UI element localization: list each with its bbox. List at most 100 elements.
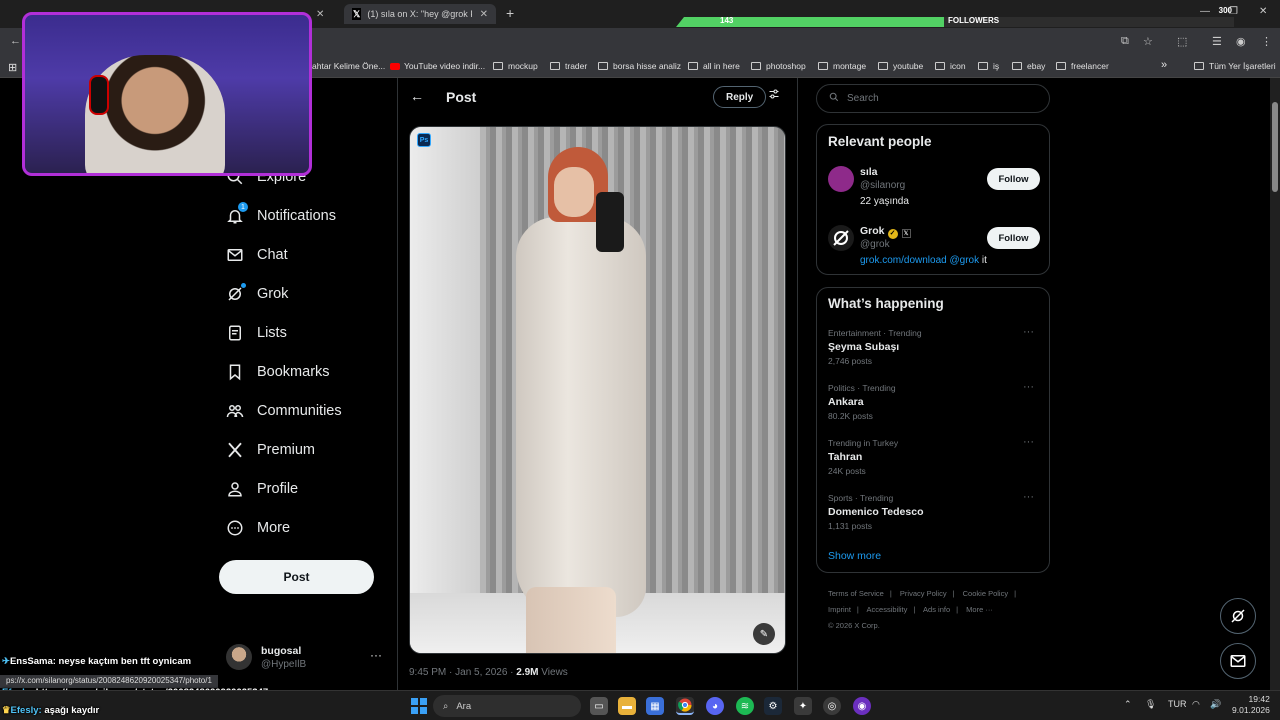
follow-button[interactable]: Follow bbox=[987, 168, 1040, 190]
discord-icon[interactable]: ◕ bbox=[706, 697, 724, 715]
new-tab-button[interactable]: + bbox=[506, 5, 514, 21]
person-row-sila[interactable]: sıla @silanorg 22 yaşında Follow bbox=[828, 166, 1040, 211]
bookmarks-overflow-button[interactable]: » bbox=[1161, 59, 1167, 71]
trend-item[interactable]: Sports · Trending Domenico Tedesco 1,131… bbox=[828, 491, 1040, 531]
taskbar-clock[interactable]: 19:42 9.01.2026 bbox=[1232, 694, 1270, 716]
more-dots-icon[interactable]: ··· bbox=[1023, 436, 1034, 448]
maximize-button[interactable]: ❐ bbox=[1229, 6, 1238, 17]
bio-link[interactable]: grok.com/download bbox=[860, 255, 947, 266]
nav-premium[interactable]: Premium bbox=[226, 441, 315, 459]
install-app-icon[interactable]: ⧉ bbox=[1121, 35, 1129, 48]
trend-item[interactable]: Entertainment · Trending Şeyma Subaşı 2,… bbox=[828, 326, 1040, 366]
footer-link[interactable]: Accessibility bbox=[867, 605, 908, 614]
bookmark-folder[interactable]: photoshop bbox=[751, 61, 806, 71]
profile-avatar-icon[interactable]: ◉ bbox=[1236, 35, 1246, 48]
footer-link[interactable]: Ads info bbox=[923, 605, 950, 614]
sliders-icon[interactable] bbox=[768, 88, 780, 103]
microphone-icon[interactable]: 🎙 bbox=[1145, 699, 1156, 710]
volume-icon[interactable]: 🔊 bbox=[1210, 699, 1221, 710]
bookmark-folder[interactable]: all in here bbox=[688, 61, 740, 71]
browser-menu-icon[interactable]: ⋮ bbox=[1261, 35, 1272, 48]
crown-icon: ♛ bbox=[2, 705, 11, 716]
more-dots-icon[interactable]: ··· bbox=[1023, 326, 1034, 338]
close-tab-icon[interactable]: ✕ bbox=[316, 9, 324, 20]
nav-bookmarks[interactable]: Bookmarks bbox=[226, 363, 330, 381]
wifi-icon[interactable]: ◠ bbox=[1192, 699, 1200, 710]
bookmark-item[interactable]: YouTube video indir... bbox=[390, 61, 485, 71]
language-indicator[interactable]: TUR bbox=[1168, 699, 1187, 709]
footer-link[interactable]: Imprint bbox=[828, 605, 851, 614]
post-image[interactable]: Ps ✎ bbox=[409, 126, 786, 654]
spotify-icon[interactable]: ≋ bbox=[736, 697, 754, 715]
close-window-button[interactable]: ✕ bbox=[1259, 6, 1267, 17]
nav-communities[interactable]: Communities bbox=[226, 402, 342, 420]
bookmark-folder[interactable]: borsa hisse analiz bbox=[598, 61, 681, 71]
bio-mention[interactable]: @grok bbox=[950, 255, 980, 266]
bookmark-folder[interactable]: icon bbox=[935, 61, 966, 71]
trend-item[interactable]: Trending in Turkey Tahran 24K posts ··· bbox=[828, 436, 1040, 476]
steam-icon[interactable]: ⚙ bbox=[764, 697, 782, 715]
browser-tab-active[interactable]: 𝕏 (1) sıla on X: "hey @grok Fener... ✕ bbox=[344, 4, 496, 24]
trend-item[interactable]: Politics · Trending Ankara 80.2K posts ·… bbox=[828, 381, 1040, 421]
account-more-icon[interactable]: ··· bbox=[370, 648, 382, 662]
compose-post-button[interactable]: Post bbox=[219, 560, 374, 594]
nav-profile[interactable]: Profile bbox=[226, 480, 298, 498]
nav-more[interactable]: More bbox=[226, 519, 290, 537]
extensions-icon[interactable]: ⬚ bbox=[1177, 35, 1187, 48]
task-view-icon[interactable]: ▭ bbox=[590, 697, 608, 715]
store-icon[interactable]: ▦ bbox=[646, 697, 664, 715]
windows-start-icon[interactable] bbox=[410, 697, 428, 715]
bookmark-label: freelancer bbox=[1071, 61, 1109, 71]
app-icon[interactable]: ✦ bbox=[794, 697, 812, 715]
twitch-app-icon[interactable]: ◉ bbox=[853, 697, 871, 715]
bookmark-folder[interactable]: montage bbox=[818, 61, 866, 71]
reading-list-icon[interactable]: ☰ bbox=[1212, 35, 1222, 48]
footer-link[interactable]: Privacy Policy bbox=[900, 589, 947, 598]
bookmark-folder-all[interactable]: Tüm Yer İşaretleri bbox=[1194, 61, 1276, 71]
edit-image-icon[interactable]: ✎ bbox=[753, 623, 775, 645]
bookmark-folder[interactable]: trader bbox=[550, 61, 587, 71]
file-explorer-icon[interactable]: ▬ bbox=[618, 697, 636, 715]
bookmark-folder[interactable]: mockup bbox=[493, 61, 538, 71]
show-more-link[interactable]: Show more bbox=[828, 550, 881, 562]
follow-button[interactable]: Follow bbox=[987, 227, 1040, 249]
more-dots-icon[interactable]: ··· bbox=[1023, 491, 1034, 503]
bookmark-star-icon[interactable]: ☆ bbox=[1143, 35, 1153, 48]
post-timestamp[interactable]: 9:45 PM · Jan 5, 2026 · bbox=[409, 667, 516, 678]
close-tab-icon[interactable]: ✕ bbox=[480, 9, 488, 20]
bookmark-label: iş bbox=[993, 61, 1000, 71]
bookmark-item[interactable]: ahtar Kelime Öne... bbox=[312, 61, 385, 71]
grok-fab-button[interactable] bbox=[1220, 598, 1256, 634]
apps-grid-icon[interactable]: ⊞ bbox=[8, 61, 17, 74]
page-scrollbar[interactable] bbox=[1270, 78, 1280, 690]
bookmark-folder[interactable]: iş bbox=[978, 61, 999, 71]
tray-overflow-icon[interactable]: ⌃ bbox=[1124, 699, 1132, 710]
chrome-icon[interactable] bbox=[676, 697, 694, 715]
minimize-button[interactable]: — bbox=[1200, 6, 1210, 17]
messages-fab-button[interactable] bbox=[1220, 643, 1256, 679]
bookmark-folder[interactable]: ebay bbox=[1012, 61, 1045, 71]
bookmark-folder[interactable]: freelancer bbox=[1056, 61, 1109, 71]
search-box[interactable] bbox=[816, 84, 1050, 113]
nav-notifications[interactable]: 1 Notifications bbox=[226, 202, 336, 225]
chat-text: neyse kaçtım ben tft oynicam bbox=[55, 656, 192, 667]
reply-button[interactable]: Reply bbox=[713, 86, 767, 108]
taskbar-search[interactable]: ⌕ Ara bbox=[433, 695, 581, 717]
scrollbar-thumb[interactable] bbox=[1272, 102, 1278, 192]
back-arrow-icon[interactable]: ← bbox=[410, 88, 424, 104]
back-nav-icon[interactable]: ← bbox=[10, 35, 21, 47]
bookmark-folder[interactable]: youtube bbox=[878, 61, 923, 71]
footer-link[interactable]: Terms of Service bbox=[828, 589, 884, 598]
person-row-grok[interactable]: Grok ✓ 𝕏 @grok grok.com/download @grok it … bbox=[828, 225, 1040, 270]
account-switcher[interactable]: bugosal @HypeIlB ··· bbox=[226, 644, 386, 674]
nav-chat[interactable]: Chat bbox=[226, 246, 288, 264]
search-input[interactable] bbox=[847, 93, 1027, 104]
footer-link[interactable]: Cookie Policy bbox=[963, 589, 1008, 598]
obs-icon[interactable]: ◎ bbox=[823, 697, 841, 715]
nav-grok[interactable]: Grok bbox=[226, 283, 288, 303]
nav-label: Bookmarks bbox=[257, 364, 330, 380]
footer-link[interactable]: More ··· bbox=[966, 605, 993, 614]
more-dots-icon[interactable]: ··· bbox=[1023, 381, 1034, 393]
bookmark-label: YouTube video indir... bbox=[404, 61, 486, 71]
nav-lists[interactable]: Lists bbox=[226, 324, 287, 342]
